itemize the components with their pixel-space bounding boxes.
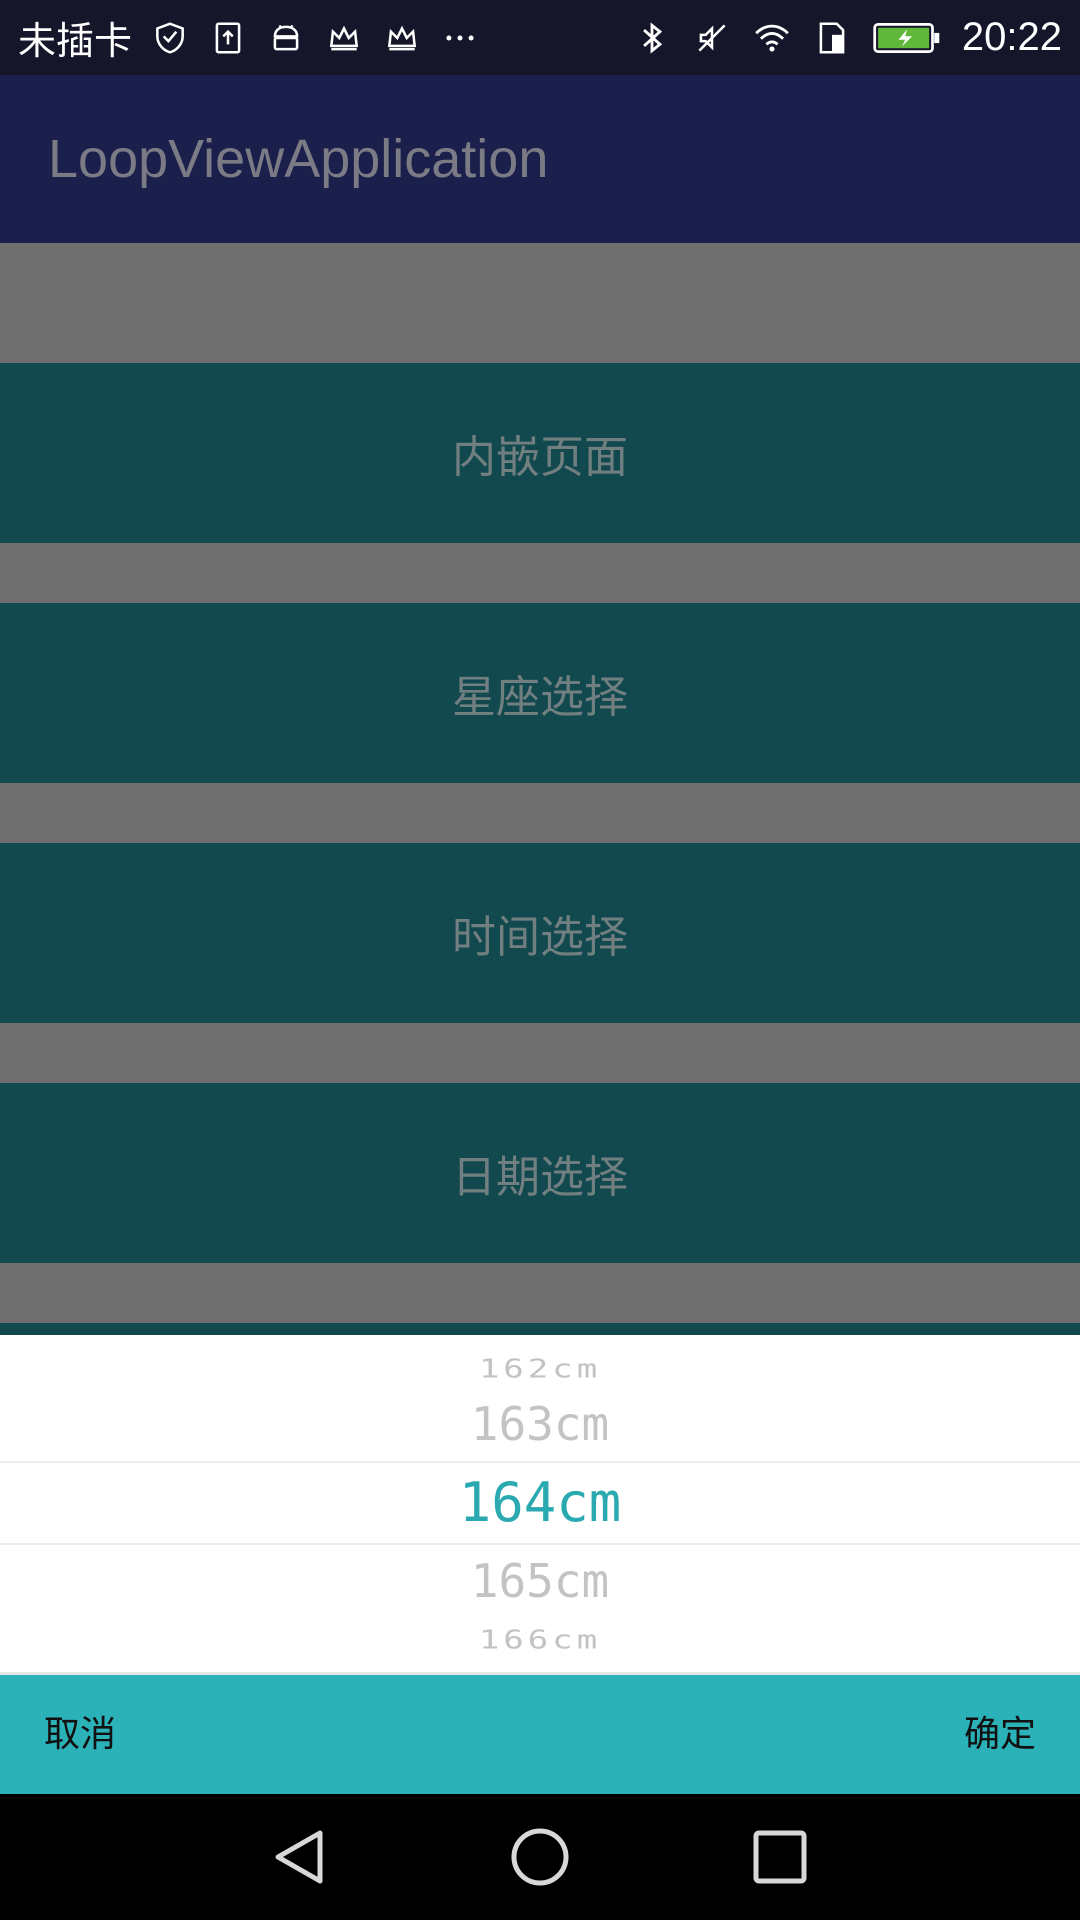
spacer bbox=[0, 1263, 1080, 1323]
cancel-button[interactable]: 取消 bbox=[44, 1675, 116, 1794]
spacer bbox=[0, 243, 1080, 363]
back-icon[interactable] bbox=[270, 1827, 330, 1887]
height-wheel-picker[interactable]: 162cm 163cm 164cm 165cm 166cm bbox=[0, 1335, 1080, 1672]
confirm-button[interactable]: 确定 bbox=[964, 1675, 1036, 1794]
spacer bbox=[0, 783, 1080, 843]
wifi-icon bbox=[752, 18, 792, 58]
picker-divider bbox=[0, 1543, 1080, 1545]
menu-item-partial bbox=[0, 1323, 1080, 1335]
date-select-button[interactable]: 日期选择 bbox=[0, 1083, 1080, 1263]
mute-icon bbox=[692, 18, 732, 58]
navigation-bar bbox=[0, 1794, 1080, 1920]
clock: 20:22 bbox=[961, 15, 1062, 59]
status-bar-left: 未插卡 bbox=[18, 10, 480, 65]
android-icon bbox=[266, 18, 306, 58]
constellation-select-button[interactable]: 星座选择 bbox=[0, 603, 1080, 783]
spacer bbox=[0, 543, 1080, 603]
shield-check-icon bbox=[150, 18, 190, 58]
dialog-action-bar: 取消 确定 bbox=[0, 1672, 1080, 1794]
battery-icon bbox=[872, 18, 942, 58]
picker-selected-item[interactable]: 164cm bbox=[0, 1471, 1080, 1534]
picker-item[interactable]: 165cm bbox=[0, 1554, 1080, 1608]
app-bar: LoopViewApplication bbox=[0, 75, 1080, 243]
bluetooth-icon bbox=[632, 18, 672, 58]
status-bar: 未插卡 20:22 bbox=[0, 0, 1080, 75]
sim-icon bbox=[812, 18, 852, 58]
home-icon[interactable] bbox=[510, 1827, 570, 1887]
app-title: LoopViewApplication bbox=[48, 129, 549, 189]
embedded-page-button[interactable]: 内嵌页面 bbox=[0, 363, 1080, 543]
picker-divider bbox=[0, 1461, 1080, 1463]
more-icon bbox=[440, 18, 480, 58]
recents-icon[interactable] bbox=[750, 1827, 810, 1887]
crown-icon bbox=[324, 18, 364, 58]
upload-icon bbox=[208, 18, 248, 58]
picker-item[interactable]: 162cm bbox=[0, 1354, 1080, 1384]
carrier-label: 未插卡 bbox=[18, 19, 133, 63]
spacer bbox=[0, 1023, 1080, 1083]
picker-item[interactable]: 163cm bbox=[0, 1397, 1080, 1451]
crown-icon bbox=[382, 18, 422, 58]
time-select-button[interactable]: 时间选择 bbox=[0, 843, 1080, 1023]
picker-item[interactable]: 166cm bbox=[0, 1625, 1080, 1655]
status-bar-right: 20:22 bbox=[632, 15, 1062, 60]
